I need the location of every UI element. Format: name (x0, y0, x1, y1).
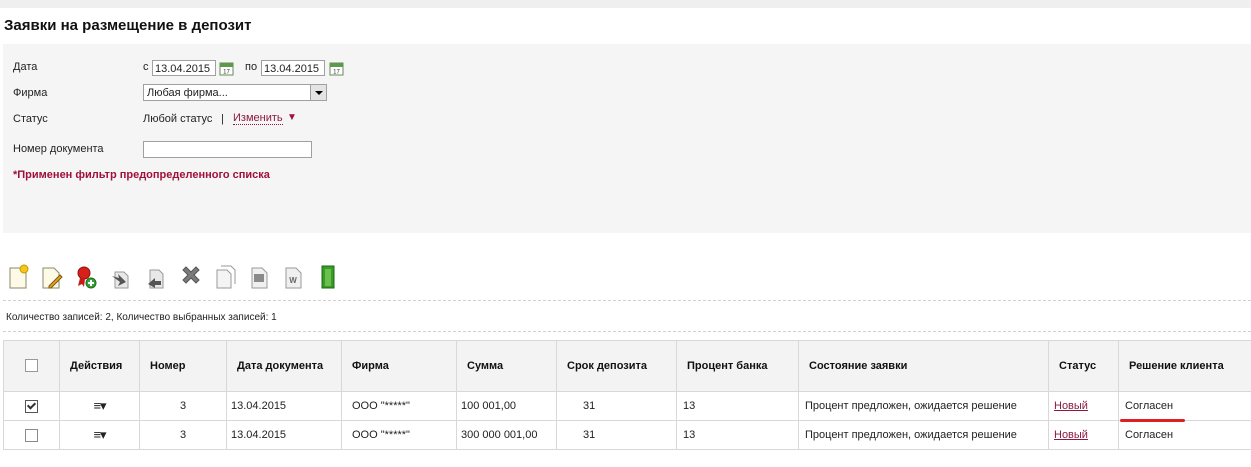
doc-number-label: Номер документа (13, 143, 104, 155)
export-pdf-icon[interactable] (247, 264, 271, 290)
menu-icon[interactable]: ≡▾ (93, 427, 106, 443)
calendar-icon[interactable]: 17 (219, 61, 234, 76)
row-checkbox[interactable] (25, 399, 38, 413)
filter-panel: Дата с 13.04.2015 17 по 13.04.2015 17 Фи… (3, 44, 1251, 233)
row-select-cell[interactable] (3, 420, 60, 450)
date-to-input[interactable]: 13.04.2015 (261, 60, 325, 76)
table-row[interactable]: ≡▾ 3 13.04.2015 ООО "*****" 300 000 001,… (3, 420, 1251, 450)
firm-cell: ООО "*****" (341, 391, 457, 421)
page-title: Заявки на размещение в депозит (4, 17, 252, 34)
state-cell: Процент предложен, ожидается решение (798, 391, 1049, 421)
row-select-cell[interactable] (3, 391, 60, 421)
select-all-checkbox[interactable] (25, 359, 38, 373)
column-header[interactable]: Решение клиента (1118, 340, 1251, 392)
requests-table: Действия Номер Дата документа Фирма Сумм… (3, 340, 1251, 450)
status-link[interactable]: Новый (1054, 429, 1088, 441)
status-cell: Новый (1048, 420, 1119, 450)
chevron-down-icon[interactable] (310, 85, 326, 100)
calendar-icon[interactable]: 17 (329, 61, 344, 76)
state-cell: Процент предложен, ожидается решение (798, 420, 1049, 450)
sum-cell: 300 000 001,00 (456, 420, 557, 450)
date-from-input[interactable]: 13.04.2015 (152, 60, 216, 76)
number-cell: 3 (139, 420, 227, 450)
change-status-link[interactable]: Изменить (233, 112, 283, 125)
export-word-icon[interactable]: W (281, 264, 305, 290)
svg-text:17: 17 (223, 70, 230, 76)
number-cell: 3 (139, 391, 227, 421)
rate-cell: 13 (676, 391, 799, 421)
date-cell: 13.04.2015 (226, 420, 342, 450)
exit-icon[interactable] (316, 264, 340, 290)
column-header[interactable]: Дата документа (226, 340, 342, 392)
status-separator: | (221, 113, 224, 125)
column-header[interactable]: Процент банка (676, 340, 799, 392)
date-from-prefix: с (143, 61, 149, 73)
table-row[interactable]: ≡▾ 3 13.04.2015 ООО "*****" 100 001,00 3… (3, 391, 1251, 421)
select-all-header[interactable] (3, 340, 60, 392)
edit-document-icon[interactable] (40, 264, 64, 290)
firm-select-value: Любая фирма... (147, 87, 228, 99)
status-cell: Новый (1048, 391, 1119, 421)
column-header[interactable]: Состояние заявки (798, 340, 1049, 392)
top-strip (0, 0, 1251, 8)
column-header[interactable]: Действия (59, 340, 140, 392)
table-header-row: Действия Номер Дата документа Фирма Сумм… (3, 340, 1251, 392)
column-header[interactable]: Срок депозита (556, 340, 677, 392)
send-icon[interactable] (109, 264, 133, 290)
decision-cell: Согласен (1118, 420, 1251, 450)
delete-icon[interactable] (179, 264, 203, 290)
column-header[interactable]: Сумма (456, 340, 557, 392)
status-value: Любой статус (143, 113, 213, 125)
date-to-prefix: по (245, 61, 258, 73)
copy-icon[interactable] (213, 264, 237, 290)
term-cell: 31 (556, 420, 677, 450)
firm-label: Фирма (13, 87, 48, 99)
new-document-icon[interactable] (6, 264, 30, 290)
decision-cell: Согласен (1118, 391, 1251, 421)
column-header[interactable]: Статус (1048, 340, 1119, 392)
column-header[interactable]: Фирма (341, 340, 457, 392)
date-label: Дата (13, 61, 38, 73)
doc-number-input[interactable] (143, 141, 312, 158)
svg-text:17: 17 (333, 70, 340, 76)
firm-select[interactable]: Любая фирма... (143, 84, 327, 101)
firm-cell: ООО "*****" (341, 420, 457, 450)
divider (3, 300, 1251, 301)
svg-text:W: W (289, 276, 297, 285)
status-link[interactable]: Новый (1054, 400, 1088, 412)
sum-cell: 100 001,00 (456, 391, 557, 421)
receive-icon[interactable] (144, 264, 168, 290)
filter-note: *Применен фильтр предопределенного списк… (13, 169, 270, 181)
row-checkbox[interactable] (25, 428, 38, 442)
date-cell: 13.04.2015 (226, 391, 342, 421)
menu-icon[interactable]: ≡▾ (93, 398, 106, 414)
records-count: Количество записей: 2, Количество выбран… (6, 312, 277, 323)
term-cell: 31 (556, 391, 677, 421)
highlight-underline (1120, 419, 1185, 422)
column-header[interactable]: Номер (139, 340, 227, 392)
rate-cell: 13 (676, 420, 799, 450)
actions-menu-button[interactable]: ≡▾ (59, 391, 140, 421)
divider (3, 331, 1251, 332)
actions-menu-button[interactable]: ≡▾ (59, 420, 140, 450)
sign-document-icon[interactable] (74, 264, 98, 290)
status-label: Статус (13, 113, 48, 125)
triangle-down-icon[interactable]: ▼ (287, 112, 297, 123)
